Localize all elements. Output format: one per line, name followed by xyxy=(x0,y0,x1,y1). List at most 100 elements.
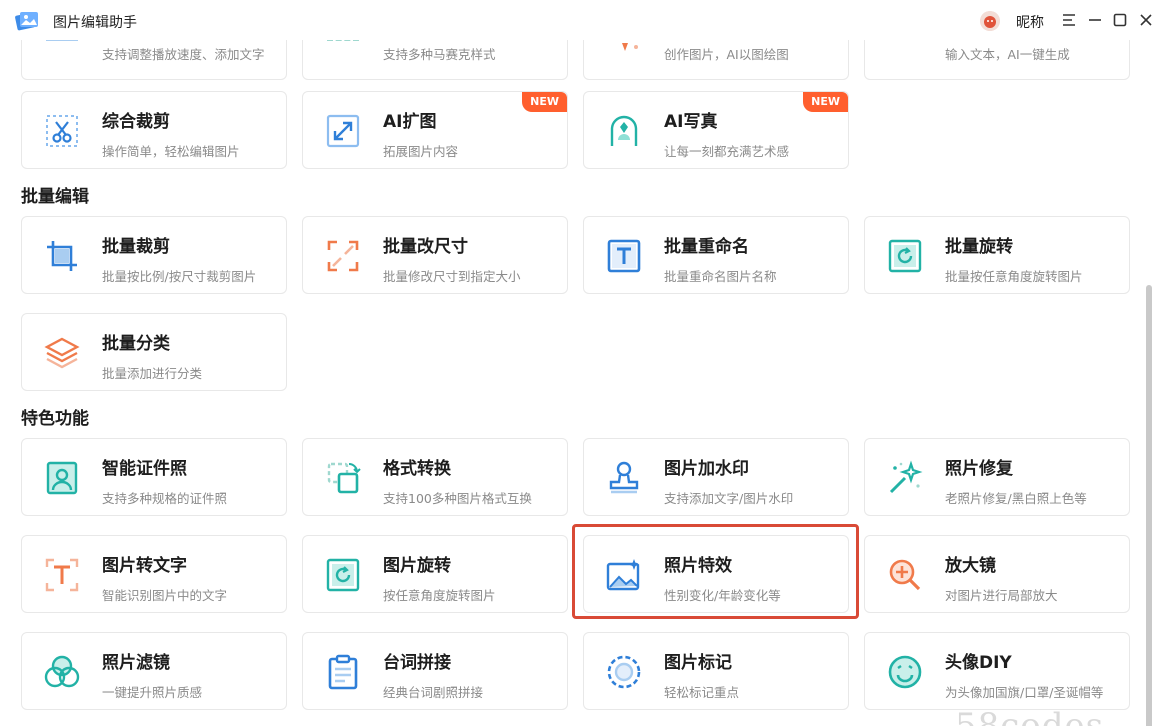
tool-card-desc: 经典台词剧照拼接 xyxy=(383,685,484,700)
section-title-batch: 批量编辑 xyxy=(21,187,89,207)
tool-card-desc: 支持多种规格的证件照 xyxy=(102,491,228,506)
tool-card-avatar-diy[interactable]: 头像DIY 为头像加国旗/口罩/圣诞帽等 xyxy=(864,632,1130,710)
tool-card-image-mark[interactable]: 图片标记 轻松标记重点 xyxy=(583,632,849,710)
section-title-features: 特色功能 xyxy=(21,409,89,429)
minimize-button[interactable] xyxy=(1085,10,1105,30)
tool-card-title: 批量旋转 xyxy=(945,237,1013,257)
ocr-text-icon xyxy=(45,558,79,592)
tool-card-title: AI写真 xyxy=(664,112,718,132)
tool-card-partial-1[interactable]: 支持调整播放速度、添加文字 xyxy=(21,40,287,80)
menu-button[interactable] xyxy=(1059,10,1079,30)
tool-card-batch-resize[interactable]: 批量改尺寸 批量修改尺寸到指定大小 xyxy=(302,216,568,294)
new-badge: NEW xyxy=(522,92,567,112)
new-badge: NEW xyxy=(803,92,848,112)
minimize-icon xyxy=(1089,19,1101,21)
maximize-icon xyxy=(1113,13,1127,27)
tool-card-desc: 批量重命名图片名称 xyxy=(664,269,777,284)
tool-card-title: 照片特效 xyxy=(664,556,732,576)
tool-card-photo-effects[interactable]: 照片特效 性别变化/年龄变化等 xyxy=(583,535,849,613)
tool-card-desc: 对图片进行局部放大 xyxy=(945,588,1058,603)
tool-card-desc: 为头像加国旗/口罩/圣诞帽等 xyxy=(945,685,1104,700)
layers-icon xyxy=(44,337,80,369)
tool-card-magnifier[interactable]: 放大镜 对图片进行局部放大 xyxy=(864,535,1130,613)
magnifier-icon xyxy=(889,559,921,591)
rename-icon xyxy=(607,239,641,273)
photo-effect-icon xyxy=(606,559,640,591)
tool-card-caption-stitch[interactable]: 台词拼接 经典台词剧照拼接 xyxy=(302,632,568,710)
tool-card-title: 图片旋转 xyxy=(383,556,451,576)
tool-card-title: 放大镜 xyxy=(945,556,996,576)
tool-card-desc: 批量按比例/按尺寸裁剪图片 xyxy=(102,269,257,284)
tool-card-desc: 一键提升照片质感 xyxy=(102,685,203,700)
tool-card-title: 图片转文字 xyxy=(102,556,187,576)
title-bar: 图片编辑助手 昵称 xyxy=(0,0,1170,40)
tool-card-desc: 智能识别图片中的文字 xyxy=(102,588,228,603)
tools-panel: 支持调整播放速度、添加文字 支持多种马赛克样式 创作图片，AI以图绘图 输入文本… xyxy=(0,40,1155,726)
close-icon xyxy=(1140,14,1152,26)
vertical-scrollbar[interactable] xyxy=(1146,285,1152,726)
tool-card-photo-filter[interactable]: 照片滤镜 一键提升照片质感 xyxy=(21,632,287,710)
tool-card-title: 综合裁剪 xyxy=(102,112,170,132)
tool-card-desc: 输入文本，AI一键生成 xyxy=(945,47,1070,62)
menu-icon xyxy=(1063,14,1075,26)
portrait-art-icon xyxy=(610,115,638,146)
tool-card-batch-classify[interactable]: 批量分类 批量添加进行分类 xyxy=(21,313,287,391)
tool-card-format-convert[interactable]: 格式转换 支持100多种图片格式互换 xyxy=(302,438,568,516)
crop-scissors-icon xyxy=(46,115,78,147)
tool-card-desc: 性别变化/年龄变化等 xyxy=(664,588,781,603)
tool-card-title: 台词拼接 xyxy=(383,653,451,673)
resize-icon xyxy=(327,240,359,272)
tool-card-desc: 操作简单，轻松编辑图片 xyxy=(102,144,240,159)
id-photo-icon xyxy=(46,461,78,495)
tool-card-desc: 批量添加进行分类 xyxy=(102,366,203,381)
smiley-icon xyxy=(888,655,922,689)
avatar[interactable] xyxy=(980,11,1000,31)
tool-card-title: AI扩图 xyxy=(383,112,437,132)
tool-card-title: 头像DIY xyxy=(945,653,1012,673)
stamp-icon xyxy=(609,461,639,494)
tool-card-desc: 支持调整播放速度、添加文字 xyxy=(102,47,265,62)
tool-card-desc: 老照片修复/黑白照上色等 xyxy=(945,491,1087,506)
tool-card-comprehensive-crop[interactable]: 综合裁剪 操作简单，轻松编辑图片 xyxy=(21,91,287,169)
image-rotate-icon xyxy=(326,558,360,592)
tool-card-title: 批量分类 xyxy=(102,334,170,354)
nickname-label[interactable]: 昵称 xyxy=(1016,12,1044,32)
tool-card-photo-repair[interactable]: 照片修复 老照片修复/黑白照上色等 xyxy=(864,438,1130,516)
tool-card-desc: 支持添加文字/图片水印 xyxy=(664,491,794,506)
tool-card-batch-crop[interactable]: 批量裁剪 批量按比例/按尺寸裁剪图片 xyxy=(21,216,287,294)
tool-card-watermark[interactable]: 图片加水印 支持添加文字/图片水印 xyxy=(583,438,849,516)
filter-icon xyxy=(44,655,80,688)
maximize-button[interactable] xyxy=(1110,10,1130,30)
rotate-icon xyxy=(888,239,922,273)
tool-card-desc: 按任意角度旋转图片 xyxy=(383,588,496,603)
tool-card-desc: 支持多种马赛克样式 xyxy=(383,47,496,62)
tool-card-title: 批量裁剪 xyxy=(102,237,170,257)
app-title: 图片编辑助手 xyxy=(53,15,137,31)
mark-circle-icon xyxy=(607,655,641,689)
batch-crop-icon xyxy=(47,241,77,271)
tool-card-partial-4[interactable]: 输入文本，AI一键生成 xyxy=(864,40,1130,80)
tool-card-title: 批量重命名 xyxy=(664,237,749,257)
tool-card-image-to-text[interactable]: 图片转文字 智能识别图片中的文字 xyxy=(21,535,287,613)
tool-card-title: 格式转换 xyxy=(383,459,451,479)
tool-card-title: 图片加水印 xyxy=(664,459,749,479)
tool-card-title: 照片修复 xyxy=(945,459,1013,479)
close-button[interactable] xyxy=(1136,10,1156,30)
ai-paint-icon xyxy=(622,43,638,51)
expand-arrows-icon xyxy=(326,114,360,148)
tool-card-desc: 让每一刻都充满艺术感 xyxy=(664,144,790,159)
tool-card-batch-rename[interactable]: 批量重命名 批量重命名图片名称 xyxy=(583,216,849,294)
tool-card-batch-rotate[interactable]: 批量旋转 批量按任意角度旋转图片 xyxy=(864,216,1130,294)
tool-card-ai-expand[interactable]: AI扩图 拓展图片内容 NEW xyxy=(302,91,568,169)
tool-card-image-rotate[interactable]: 图片旋转 按任意角度旋转图片 xyxy=(302,535,568,613)
format-convert-icon xyxy=(327,462,361,494)
tool-card-title: 图片标记 xyxy=(664,653,732,673)
clipboard-icon xyxy=(328,654,358,690)
tool-card-desc: 支持100多种图片格式互换 xyxy=(383,491,532,506)
tool-card-ai-portrait[interactable]: AI写真 让每一刻都充满艺术感 NEW xyxy=(583,91,849,169)
tool-card-title: 照片滤镜 xyxy=(102,653,170,673)
watermark: 58codes xyxy=(955,706,1105,726)
tool-card-partial-2[interactable]: 支持多种马赛克样式 xyxy=(302,40,568,80)
tool-card-id-photo[interactable]: 智能证件照 支持多种规格的证件照 xyxy=(21,438,287,516)
tool-card-partial-3[interactable]: 创作图片，AI以图绘图 xyxy=(583,40,849,80)
